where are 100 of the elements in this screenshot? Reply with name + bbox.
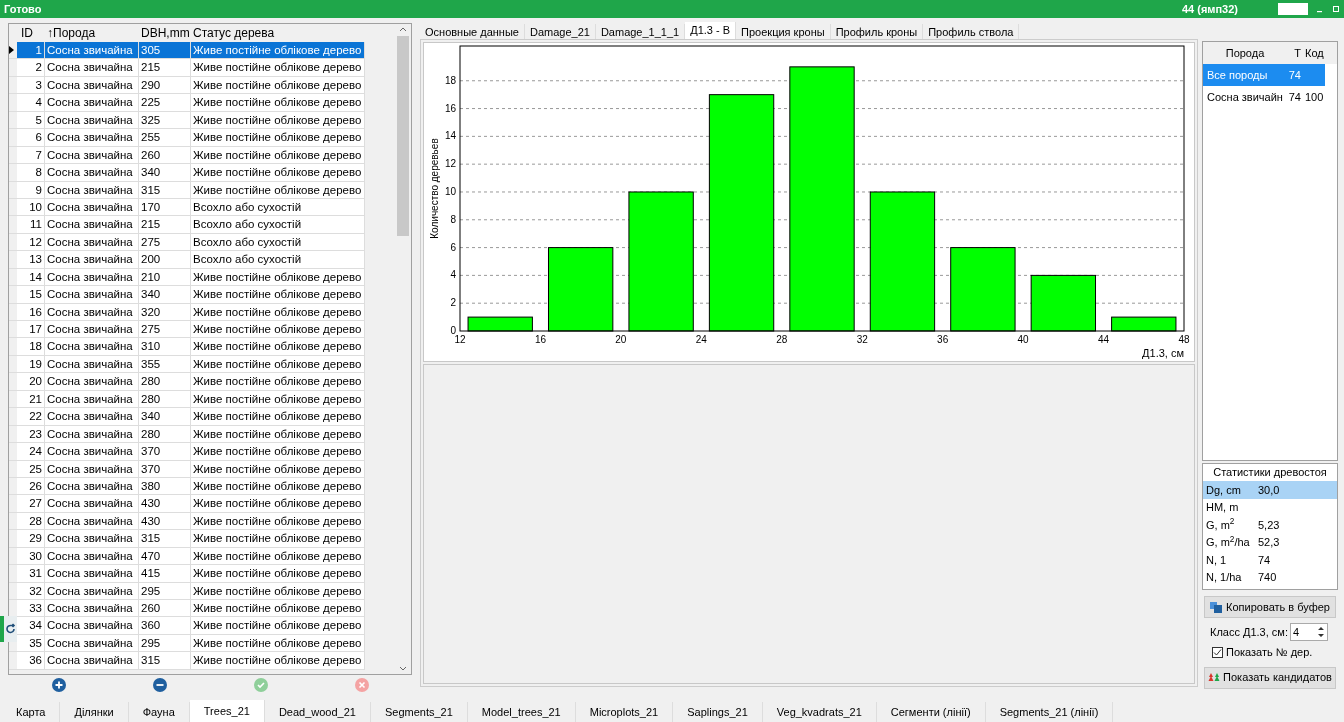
y-tick-label: 0 [450, 325, 456, 336]
table-cell: Живе постійне облікове дерево [191, 94, 365, 112]
copy-button[interactable]: Копировать в буфер [1204, 596, 1336, 618]
stats-label: Dg, cm [1206, 482, 1242, 498]
stats-label: N, 1 [1206, 552, 1228, 568]
column-header[interactable]: ↑Порода [45, 24, 139, 42]
table-row[interactable]: 15 Сосна звичайна 340 Живе постійне облікове дерево [17, 286, 365, 304]
column-header[interactable]: Порода [1203, 44, 1287, 62]
bottom-tab[interactable]: Trees_21 [189, 700, 265, 722]
table-cell: Сосна звичайна [45, 530, 139, 548]
class-spinbox[interactable]: 4 [1290, 623, 1328, 641]
y-tick-label: 10 [444, 186, 456, 197]
table-cell: Всохло або сухостій [191, 216, 365, 234]
stats-label: HM, m [1206, 500, 1240, 515]
table-cell: Живе постійне облікове дерево [191, 460, 365, 478]
histogram-bar [1030, 274, 1096, 332]
current-row-icon [9, 46, 14, 55]
stats-row[interactable]: N, 1/ha 740 [1203, 568, 1337, 586]
table-row[interactable]: 34 Сосна звичайна 360 Живе постійне облікове дерево [17, 617, 365, 635]
column-header[interactable]: ID [17, 24, 45, 42]
table-cell: 225 [139, 94, 191, 112]
table-row[interactable]: 2 Сосна звичайна 215 Живе постійне облікове дерево [17, 59, 365, 77]
column-header[interactable]: DBH,mm [139, 24, 191, 42]
table-row[interactable]: 36 Сосна звичайна 315 Живе постійне облікове дерево [17, 652, 365, 670]
table-row[interactable]: 22 Сосна звичайна 340 Живе постійне облікове дерево [17, 408, 365, 426]
histogram-bar [467, 316, 533, 332]
table-cell: Сосна звичайна [45, 181, 139, 199]
table-cell: Сосна звичайна [45, 373, 139, 391]
column-header[interactable]: T [1287, 44, 1301, 62]
plot-name: 44 (ямп32) [1181, 1, 1238, 17]
table-row[interactable]: 4 Сосна звичайна 225 Живе постійне облікове дерево [17, 94, 365, 112]
table-cell: Живе постійне облікове дерево [191, 652, 365, 670]
table-row[interactable]: 31 Сосна звичайна 415 Живе постійне облікове дерево [17, 565, 365, 583]
y-tick-label: 12 [444, 158, 456, 170]
checkbox[interactable] [1212, 646, 1223, 658]
title-field[interactable] [1278, 3, 1308, 15]
x-tick-label: 32 [856, 334, 868, 345]
stats-row[interactable]: HM, m [1203, 498, 1337, 516]
table-cell: 315 [139, 181, 191, 199]
stats-row[interactable]: G, m$^{2}$ 5,23 [1203, 516, 1337, 534]
class-input[interactable]: 4 [1291, 623, 1315, 641]
stats-row[interactable]: Dg, cm 30,0 [1203, 481, 1337, 499]
table-row[interactable]: Сосна звичайн 74 100 [1203, 86, 1325, 108]
x-tick-label: 16 [534, 334, 546, 345]
table-row[interactable]: 8 Сосна звичайна 340 Живе постійне облікове дерево [17, 164, 365, 182]
table-cell: Всохло або сухостій [191, 251, 365, 269]
y-axis-label: Количество деревьев [429, 138, 440, 239]
maximize-icon[interactable] [1332, 5, 1340, 13]
table-row[interactable]: 27 Сосна звичайна 430 Живе постійне облікове дерево [17, 495, 365, 513]
table-row[interactable]: 6 Сосна звичайна 255 Живе постійне облікове дерево [17, 129, 365, 147]
x-tick-label: 48 [1178, 334, 1190, 345]
table-cell: 13 [17, 251, 45, 269]
y-tick-label: 18 [444, 74, 456, 86]
table-cell: 255 [139, 129, 191, 147]
status-text: Готово [4, 1, 42, 17]
column-header[interactable]: Код [1301, 44, 1337, 62]
table-cell: Живе постійне облікове дерево [191, 181, 365, 199]
table-cell: 9 [17, 181, 45, 199]
table-row[interactable]: 13 Сосна звичайна 200 Всохло або сухостій [17, 251, 365, 269]
table-cell: Сосна звичайна [45, 338, 139, 356]
remove-icon[interactable] [152, 678, 167, 692]
table-row[interactable]: 18 Сосна звичайна 310 Живе постійне облікове дерево [17, 338, 365, 356]
stats-row[interactable]: G, m$^{2}$/ha 52,3 [1203, 533, 1337, 551]
table-cell: Сосна звичайна [45, 216, 139, 234]
column-header[interactable]: Статус дерева [191, 24, 365, 42]
x-axis-label: Д1.3, см [1142, 347, 1184, 359]
table-row[interactable]: 24 Сосна звичайна 370 Живе постійне облікове дерево [17, 443, 365, 461]
table-cell: 370 [139, 460, 191, 478]
refresh-button[interactable] [0, 616, 17, 642]
stats-value: 74 [1258, 552, 1271, 568]
table-cell: Сосна звичайна [45, 565, 139, 583]
stats-label: G, m$^{2}$/ha [1206, 534, 1251, 550]
refresh-icon [4, 623, 17, 635]
table-row[interactable]: 11 Сосна звичайна 215 Всохло або сухостій [17, 216, 365, 234]
table-cell-text: 74 [1287, 67, 1301, 83]
add-icon[interactable] [51, 678, 66, 692]
tab[interactable]: Д1.3 - В [685, 22, 737, 39]
table-cell: Живе постійне облікове дерево [191, 565, 365, 583]
stats-value: 52,3 [1258, 535, 1280, 550]
table-row[interactable]: 29 Сосна звичайна 315 Живе постійне облікове дерево [17, 530, 365, 548]
table-cell: 360 [139, 617, 191, 635]
y-tick-label: 6 [450, 241, 456, 253]
table-cell: 25 [17, 460, 45, 478]
scrollbar-thumb[interactable] [397, 36, 410, 236]
table-cell: Живе постійне облікове дерево [191, 286, 365, 304]
stats-row[interactable]: N, 1 74 [1203, 551, 1337, 569]
y-tick-label: 14 [444, 130, 456, 142]
table-cell: 18 [17, 338, 45, 356]
histogram-bar [1111, 316, 1177, 332]
table-row[interactable]: 1 Сосна звичайна 305 Живе постійне облікове дерево [17, 42, 365, 60]
table-cell: 280 [139, 373, 191, 391]
table-row[interactable]: 20 Сосна звичайна 280 Живе постійне облікове дерево [17, 373, 365, 391]
candidates-button[interactable]: Показать кандидатов [1204, 666, 1336, 689]
table-cell: Живе постійне облікове дерево [191, 443, 365, 461]
table-row[interactable]: 33 Сосна звичайна 260 Живе постійне облікове дерево [17, 600, 365, 618]
table-cell: 340 [139, 286, 191, 304]
x-tick-label: 36 [937, 334, 949, 345]
stats-label: G, m$^{2}$ [1206, 516, 1236, 533]
table-cell: Живе постійне облікове дерево [191, 59, 365, 77]
table-row[interactable]: 17 Сосна звичайна 275 Живе постійне облікове дерево [17, 321, 365, 339]
